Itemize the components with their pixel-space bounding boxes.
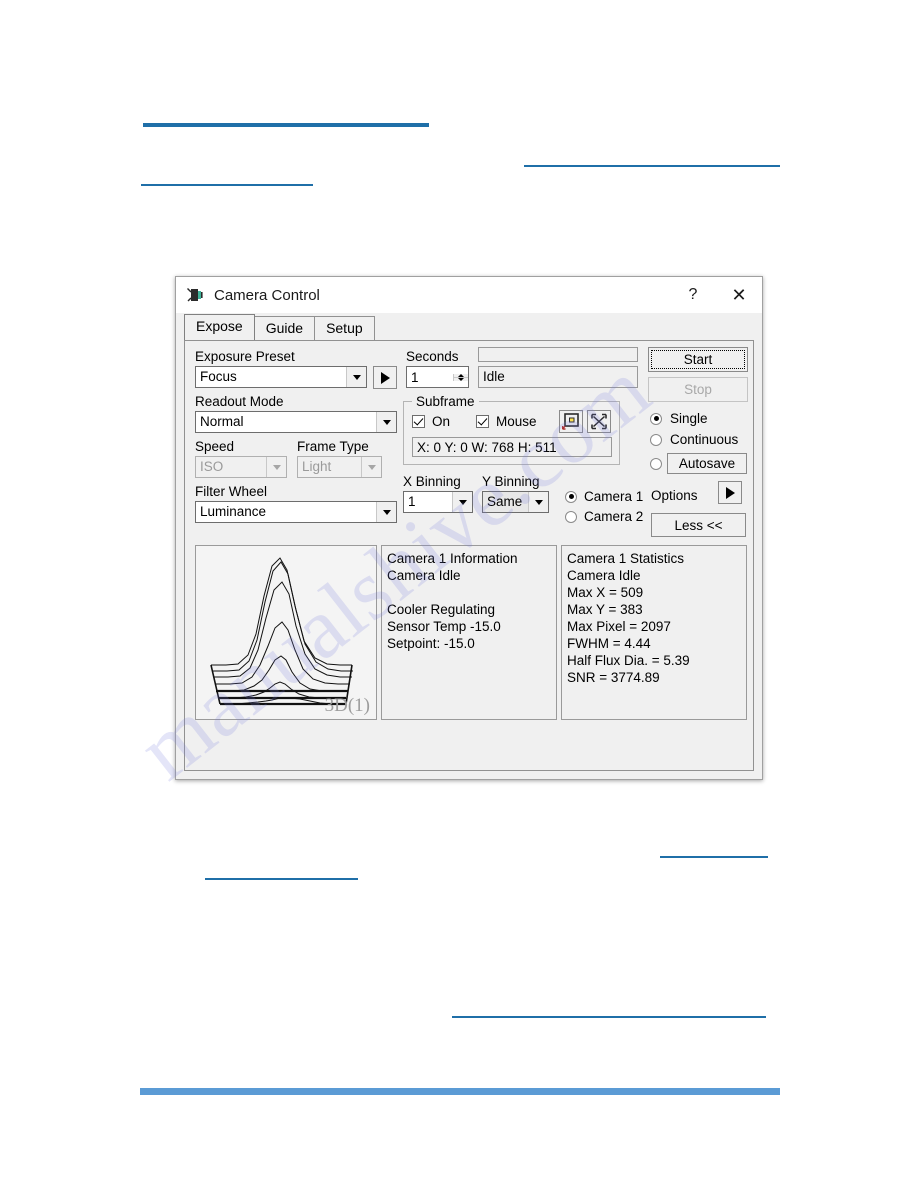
readout-mode-value: Normal bbox=[200, 414, 244, 429]
start-button-label: Start bbox=[651, 350, 745, 369]
options-expand-button[interactable] bbox=[718, 481, 742, 504]
camera-2-label: Camera 2 bbox=[584, 509, 644, 524]
redaction-rule bbox=[143, 123, 429, 127]
seconds-spin-buttons[interactable] bbox=[453, 373, 468, 381]
stop-button: Stop bbox=[648, 377, 748, 402]
redaction-rule bbox=[452, 1016, 766, 1018]
mode-autosave-row[interactable]: Autosave bbox=[650, 453, 747, 474]
seconds-spinner[interactable]: 1 bbox=[406, 366, 469, 388]
y-binning-label: Y Binning bbox=[482, 474, 540, 489]
star-profile-plot[interactable]: 3D(1) bbox=[195, 545, 377, 720]
seconds-label: Seconds bbox=[406, 349, 459, 364]
frame-type-combo: Light bbox=[297, 456, 382, 478]
speed-label: Speed bbox=[195, 439, 235, 454]
mode-continuous-radio[interactable]: Continuous bbox=[650, 432, 738, 447]
subframe-on-label: On bbox=[432, 414, 451, 429]
x-binning-combo[interactable]: 1 bbox=[403, 491, 473, 513]
speed-value: ISO bbox=[200, 459, 224, 474]
exposure-preset-run-button[interactable] bbox=[373, 366, 397, 389]
title-bar: Camera Control ? ✕ bbox=[176, 277, 762, 313]
seconds-value: 1 bbox=[411, 369, 419, 385]
checkbox-icon[interactable] bbox=[412, 415, 425, 428]
close-icon[interactable]: ✕ bbox=[716, 278, 762, 312]
x-binning-label: X Binning bbox=[403, 474, 461, 489]
chevron-down-icon[interactable] bbox=[346, 367, 366, 387]
chevron-down-icon bbox=[266, 457, 286, 477]
camera-information-lines: Camera Idle Cooler Regulating Sensor Tem… bbox=[387, 568, 501, 651]
filter-wheel-combo[interactable]: Luminance bbox=[195, 501, 397, 523]
speed-combo: ISO bbox=[195, 456, 287, 478]
status-field: Idle bbox=[478, 366, 638, 388]
footer-bar bbox=[140, 1088, 780, 1095]
readout-mode-combo[interactable]: Normal bbox=[195, 411, 397, 433]
plot-label: 3D(1) bbox=[324, 695, 370, 716]
help-button[interactable]: ? bbox=[670, 278, 716, 312]
mode-single-label: Single bbox=[670, 411, 708, 426]
radio-icon[interactable] bbox=[650, 412, 662, 425]
chevron-down-icon[interactable] bbox=[452, 492, 472, 512]
camera-1-label: Camera 1 bbox=[584, 489, 644, 504]
camera-statistics-title: Camera 1 Statistics bbox=[567, 551, 685, 566]
expand-arrows-icon[interactable] bbox=[587, 410, 611, 433]
y-binning-combo[interactable]: Same bbox=[482, 491, 549, 513]
subframe-coords: X: 0 Y: 0 W: 768 H: 511 bbox=[412, 437, 612, 457]
camera-icon bbox=[186, 285, 206, 305]
tab-expose[interactable]: Expose bbox=[184, 314, 255, 340]
camera-2-radio[interactable]: Camera 2 bbox=[565, 509, 643, 524]
tab-strip: Expose Guide Setup bbox=[184, 314, 762, 340]
subframe-select-icon[interactable] bbox=[559, 410, 583, 433]
radio-icon[interactable] bbox=[565, 490, 577, 503]
checkbox-icon[interactable] bbox=[476, 415, 489, 428]
exposure-preset-combo[interactable]: Focus bbox=[195, 366, 367, 388]
exposure-preset-label: Exposure Preset bbox=[195, 349, 295, 364]
filter-wheel-label: Filter Wheel bbox=[195, 484, 268, 499]
play-triangle-icon bbox=[380, 371, 390, 384]
expose-tab-panel: Exposure Preset Focus Readout Mode Norma… bbox=[184, 340, 754, 771]
chevron-down-icon bbox=[361, 457, 381, 477]
tab-setup[interactable]: Setup bbox=[314, 316, 375, 340]
filter-wheel-value: Luminance bbox=[200, 504, 267, 519]
camera-statistics-lines: Camera Idle Max X = 509 Max Y = 383 Max … bbox=[567, 568, 690, 685]
redaction-rule bbox=[205, 878, 358, 880]
subframe-mouse-checkbox[interactable]: Mouse bbox=[476, 414, 537, 429]
start-button[interactable]: Start bbox=[648, 347, 748, 372]
mode-single-radio[interactable]: Single bbox=[650, 411, 708, 426]
camera-1-radio[interactable]: Camera 1 bbox=[565, 489, 643, 504]
chevron-down-icon[interactable] bbox=[376, 412, 396, 432]
progress-bar bbox=[478, 347, 638, 362]
exposure-preset-value: Focus bbox=[200, 369, 237, 384]
readout-mode-label: Readout Mode bbox=[195, 394, 284, 409]
autosave-button[interactable]: Autosave bbox=[667, 453, 747, 474]
play-triangle-icon bbox=[725, 486, 735, 499]
spinner-down-icon[interactable] bbox=[454, 377, 468, 381]
radio-icon[interactable] bbox=[565, 510, 577, 523]
chevron-down-icon[interactable] bbox=[528, 492, 548, 512]
y-binning-value: Same bbox=[487, 494, 523, 509]
radio-icon[interactable] bbox=[650, 433, 662, 446]
subframe-mouse-label: Mouse bbox=[496, 414, 537, 429]
camera-statistics-pane: Camera 1 Statistics Camera Idle Max X = … bbox=[561, 545, 747, 720]
redaction-rule bbox=[524, 165, 780, 167]
dialog-title: Camera Control bbox=[214, 286, 320, 304]
subframe-on-checkbox[interactable]: On bbox=[412, 414, 450, 429]
star-profile-plot-svg bbox=[210, 557, 353, 706]
x-binning-value: 1 bbox=[408, 494, 416, 509]
frame-type-value: Light bbox=[302, 459, 332, 474]
chevron-down-icon[interactable] bbox=[376, 502, 396, 522]
options-label[interactable]: Options bbox=[651, 488, 698, 503]
less-button[interactable]: Less << bbox=[651, 513, 746, 537]
camera-information-title: Camera 1 Information bbox=[387, 551, 518, 566]
redaction-rule bbox=[660, 856, 768, 858]
subframe-group-title: Subframe bbox=[412, 394, 479, 409]
tab-guide[interactable]: Guide bbox=[253, 316, 316, 340]
redaction-rule bbox=[141, 184, 313, 186]
radio-icon[interactable] bbox=[650, 457, 662, 470]
frame-type-label: Frame Type bbox=[297, 439, 369, 454]
camera-information-pane: Camera 1 Information Camera Idle Cooler … bbox=[381, 545, 557, 720]
mode-continuous-label: Continuous bbox=[670, 432, 739, 447]
camera-control-dialog: Camera Control ? ✕ Expose Guide Setup Ex… bbox=[175, 276, 763, 780]
subframe-group: Subframe On Mouse X: 0 Y: 0 W: 768 H: 51… bbox=[403, 394, 620, 465]
